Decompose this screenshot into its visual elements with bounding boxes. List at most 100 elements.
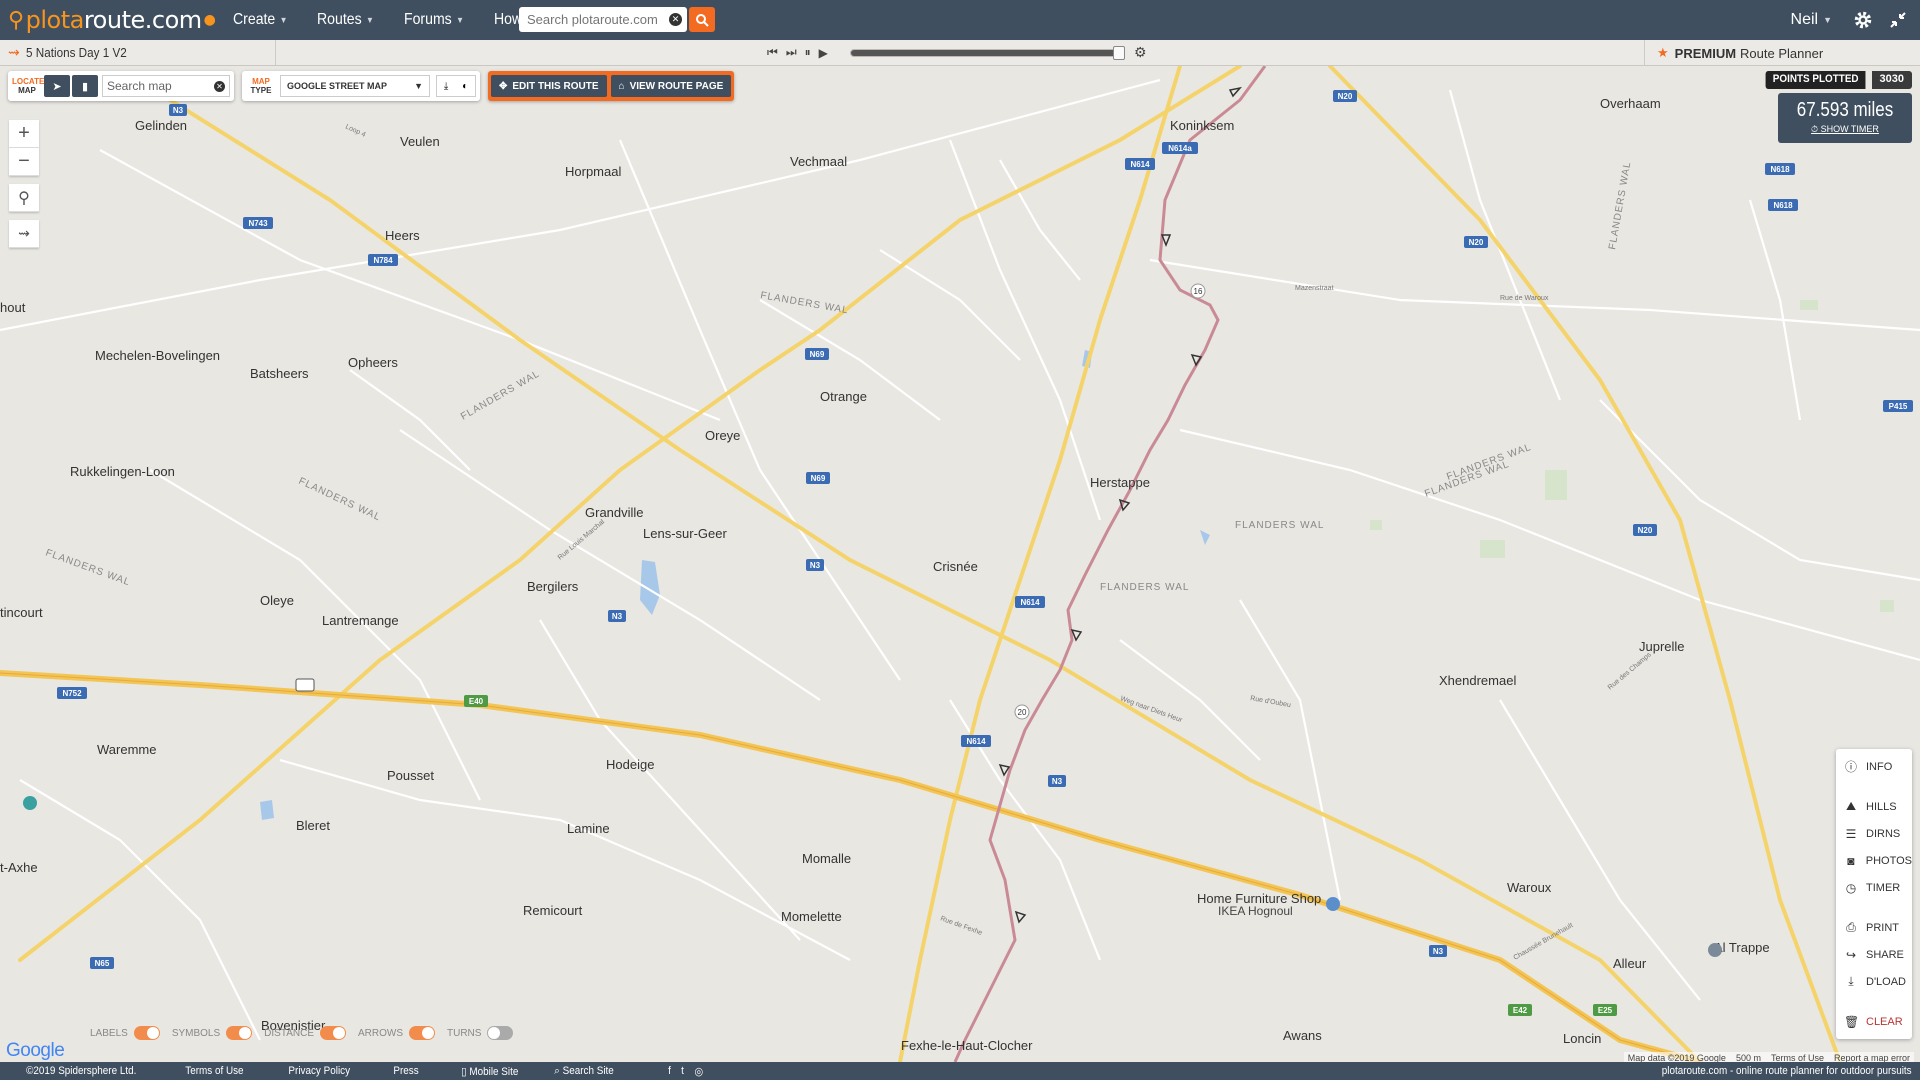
site-search-button[interactable] [689,7,715,32]
edit-route-button[interactable]: ✥ EDIT THIS ROUTE [491,75,607,97]
menu-create[interactable]: Create ▼ [233,11,288,29]
progress-handle[interactable] [1112,46,1125,60]
place-label: IKEA Hognoul [1218,904,1293,918]
print-button[interactable]: ⎙ PRINT [1836,914,1912,941]
place-label: Rukkelingen-Loon [70,464,175,479]
step-forward-icon[interactable]: ⏭ [786,45,797,60]
clear-search-icon[interactable]: ✕ [669,13,682,26]
place-label: Horpmaal [565,164,621,179]
directions-button[interactable]: ☰ DIRNS [1836,820,1912,847]
route-icon: ⇝ [18,225,30,241]
road-shield-label: E40 [469,697,484,706]
footer-search-link[interactable]: ⌕ Search Site [555,1065,614,1078]
menu-forums-label: Forums [403,11,452,28]
toggle-switch[interactable] [226,1026,253,1040]
share-button[interactable]: ↪ SHARE [1836,941,1912,968]
collapse-icon[interactable] [1888,10,1908,30]
view-route-page-button[interactable]: ⌂ VIEW ROUTE PAGE [610,75,732,97]
toggle-arrows-text: ARROWS [358,1027,403,1039]
place-label: Otrange [820,389,867,404]
toggle-switch[interactable] [320,1026,346,1040]
points-plotted-value: 3030 [1871,71,1912,89]
top-navbar: ⚲ plot a route .com ● Create ▼ Routes ▼ Forum… [0,0,1920,40]
twitter-icon[interactable]: t [681,1065,684,1077]
skip-start-icon[interactable]: ⏮ [767,45,778,60]
user-menu[interactable]: Neil ▼ [1791,11,1832,29]
zoom-out-button[interactable]: − [9,148,39,176]
clear-map-search-icon[interactable]: ✕ [214,80,225,92]
place-label: Batsheers [250,366,309,381]
place-label: Waroux [1507,880,1552,895]
menu-routes[interactable]: Routes ▼ [317,11,374,29]
playback-progress-slider[interactable] [850,46,1125,60]
app-root: ⚲ plot a route .com ● Create ▼ Routes ▼ Forum… [0,0,1920,1080]
show-timer-link[interactable]: ⏱ SHOW TIMER [1778,124,1912,135]
bookmark-icon: ▮ [81,80,89,93]
show-timer-label: SHOW TIMER [1820,124,1879,134]
footer-terms-link[interactable]: Terms of Use [186,1065,244,1077]
site-search-input[interactable] [527,12,667,27]
road-shield-label: N614 [1020,598,1040,607]
region-label: FLANDERS WAL [1235,520,1324,531]
bookmark-button[interactable]: ▮ [72,75,98,97]
footer-press-link[interactable]: Press [393,1065,418,1077]
road-shield-label: N69 [811,474,826,483]
clock-icon: ⏱ [1811,124,1819,134]
settings-gear-icon[interactable] [1852,9,1874,31]
add-marker-button[interactable]: ⚲ [9,184,39,212]
playback-settings-icon[interactable]: ⚙ [1134,44,1147,61]
toggle-switch[interactable] [487,1026,514,1040]
toggle-switch[interactable] [409,1026,435,1040]
place-label: Hodeige [606,757,654,772]
place-label: Crisnée [933,559,978,574]
toggle-switch[interactable] [133,1026,160,1040]
play-icon[interactable]: ▶ [819,46,828,60]
pause-icon[interactable]: ⏸ [805,45,811,60]
photos-button[interactable]: ◙ PHOTOS [1836,847,1912,874]
road-shield-label: N618 [1770,165,1790,174]
points-plotted: POINTS PLOTTED 3030 [1760,71,1912,89]
svg-text:16: 16 [1194,287,1203,296]
download-button[interactable]: ⤓ D'LOAD [1836,968,1912,995]
map-type-value: GOOGLE STREET MAP [287,81,388,91]
map-overlay-toggles[interactable]: ⤓ ◐ [436,75,476,97]
toggle-turns[interactable]: TURNS [447,1026,514,1040]
route-tool-button[interactable]: ⇝ [9,220,39,248]
footer-mobile-link[interactable]: ▯ Mobile Site [461,1065,518,1078]
footer-privacy-link[interactable]: Privacy Policy [289,1065,351,1077]
road-shield-label: P415 [1889,402,1908,411]
instagram-icon[interactable]: ◎ [694,1065,703,1078]
download-icon[interactable]: ⤓ [444,81,448,92]
locate-me-button[interactable]: ➤ [44,75,70,97]
premium-badge: ★ PREMIUM Route Planner [1644,40,1920,66]
place-label: Veulen [400,134,440,149]
toggle-arrows[interactable]: ARROWS [358,1026,435,1040]
place-label: Alleur [1613,956,1647,971]
facebook-icon[interactable]: f [668,1065,671,1077]
footer-mobile-label: Mobile Site [469,1065,519,1078]
toggle-labels[interactable]: LABELS [90,1026,160,1040]
toggle-symbols[interactable]: SYMBOLS [172,1026,253,1040]
place-label: Gelinden [135,118,187,133]
clock-icon: ◷ [1845,880,1857,895]
map-search-input[interactable]: Search map ✕ [102,75,230,97]
locate-map-group: LOCATE MAP ➤ ▮ Search map ✕ [8,71,234,101]
hills-button[interactable]: ⛰ HILLS [1836,793,1912,820]
clear-button[interactable]: 🗑 CLEAR [1836,1008,1912,1035]
route-title: ⇝ 5 Nations Day 1 V2 [0,40,276,65]
map-canvas[interactable]: 16 20 N3 N69 N614 N20 N784 N743 N752 N65 N618 P41… [0,66,1920,1062]
map-type-select[interactable]: GOOGLE STREET MAP ▼ [280,75,430,97]
toggle-distance[interactable]: DISTANCE [264,1026,346,1040]
info-button[interactable]: ⓘ INFO [1836,753,1912,780]
menu-forums[interactable]: Forums ▼ [404,11,464,29]
place-label: Momalle [802,851,851,866]
timer-button[interactable]: ◷ TIMER [1836,874,1912,901]
zoom-in-button[interactable]: + [9,120,39,148]
footer-search-label: Search Site [563,1064,615,1077]
site-logo[interactable]: ⚲ plot a route .com ● [0,6,216,34]
locate-map-label: LOCATE MAP [12,77,45,95]
place-label: hout [0,300,26,315]
place-label: Herstappe [1090,475,1150,490]
toggle-icon[interactable]: ◐ [462,81,468,92]
map-type-group: MAP TYPE GOOGLE STREET MAP ▼ ⤓ ◐ [242,71,480,101]
